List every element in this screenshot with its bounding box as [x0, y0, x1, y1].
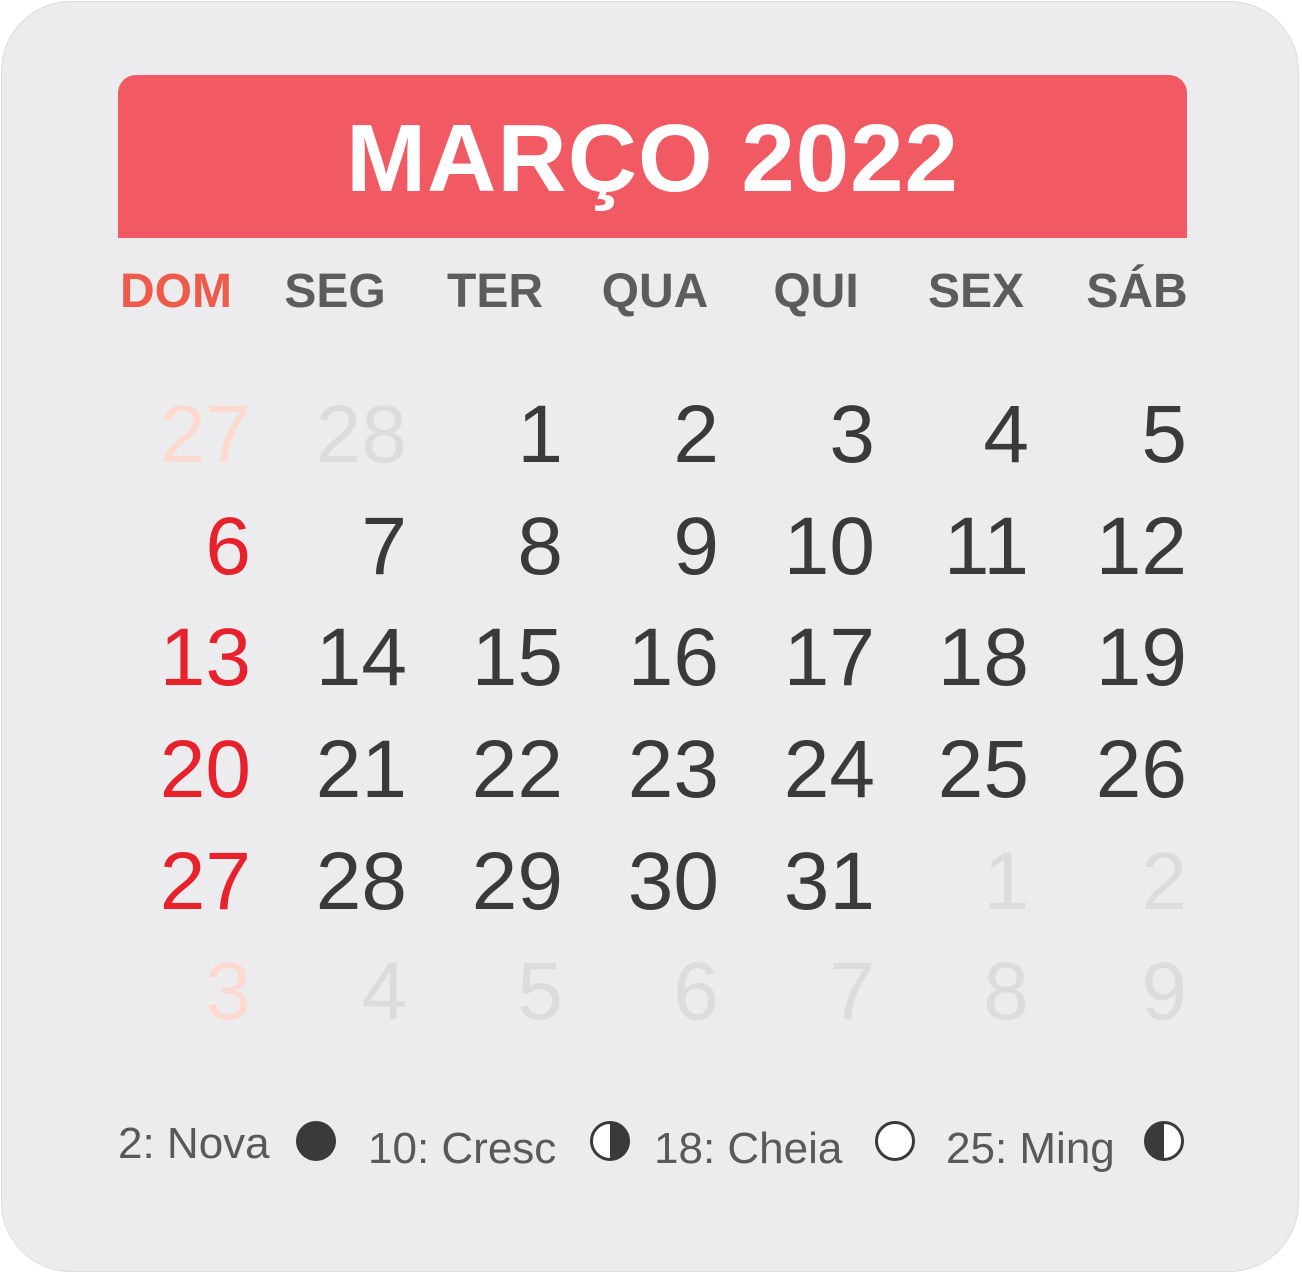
day-cell-fri: 1: [983, 836, 1029, 927]
day-cell-wed: 9: [673, 501, 719, 592]
legend-first-quarter-label: 10: Cresc: [368, 1124, 557, 1173]
new-moon-icon: [296, 1121, 336, 1161]
day-cell-wed: 6: [673, 946, 719, 1037]
day-cell-fri: 4: [983, 389, 1029, 480]
day-cell-fri: 8: [983, 946, 1029, 1037]
day-cell-fri: 25: [937, 724, 1029, 815]
day-cell-wed: 23: [627, 724, 719, 815]
day-cell-wed: 16: [627, 612, 719, 703]
day-cell-wed: 2: [673, 389, 719, 480]
day-cell-thu: 24: [783, 724, 875, 815]
day-cell-tue: 8: [517, 501, 563, 592]
day-cell-tue: 29: [471, 836, 563, 927]
day-cell-mon: 7: [361, 501, 407, 592]
day-cell-sun: 6: [205, 501, 251, 592]
day-cell-tue: 22: [471, 724, 563, 815]
first-quarter-moon-icon: [590, 1121, 630, 1161]
day-cell-sat: 12: [1095, 501, 1187, 592]
day-cell-sun: 3: [205, 946, 251, 1037]
day-cell-tue: 1: [517, 389, 563, 480]
day-cell-sun: 27: [159, 836, 251, 927]
day-cell-sat: 2: [1141, 836, 1187, 927]
day-cell-thu: 17: [783, 612, 875, 703]
moon-phase-legend: 2: Nova 10: Cresc 18: Cheia 25: Ming: [0, 1100, 1302, 1190]
day-cell-sun: 20: [159, 724, 251, 815]
day-cell-sat: 9: [1141, 946, 1187, 1037]
day-cell-sun: 13: [159, 612, 251, 703]
day-cell-thu: 31: [783, 836, 875, 927]
day-cell-mon: 21: [315, 724, 407, 815]
legend-last-quarter-label: 25: Ming: [946, 1124, 1115, 1173]
day-cell-sat: 5: [1141, 389, 1187, 480]
day-cell-tue: 5: [517, 946, 563, 1037]
legend-new-moon-label: 2: Nova: [118, 1119, 270, 1168]
day-cell-wed: 30: [627, 836, 719, 927]
day-cell-fri: 18: [937, 612, 1029, 703]
day-cell-thu: 10: [783, 501, 875, 592]
day-cell-thu: 3: [829, 389, 875, 480]
day-cell-sat: 19: [1095, 612, 1187, 703]
day-cell-mon: 4: [361, 946, 407, 1037]
day-cell-sun: 27: [159, 389, 251, 480]
day-cell-mon: 14: [315, 612, 407, 703]
day-cell-thu: 7: [829, 946, 875, 1037]
days-grid: 27 28 1 2 3 4 5 6 7 8 9 10 11 12 13 14 15 16 17 18 19 20 21 22 2…: [0, 0, 1302, 1275]
last-quarter-moon-icon: [1144, 1121, 1184, 1161]
day-cell-sat: 26: [1095, 724, 1187, 815]
day-cell-mon: 28: [315, 389, 407, 480]
day-cell-mon: 28: [315, 836, 407, 927]
legend-full-moon-label: 18: Cheia: [654, 1124, 843, 1173]
full-moon-icon: [875, 1121, 915, 1161]
day-cell-fri: 11: [943, 501, 1029, 592]
day-cell-tue: 15: [471, 612, 563, 703]
